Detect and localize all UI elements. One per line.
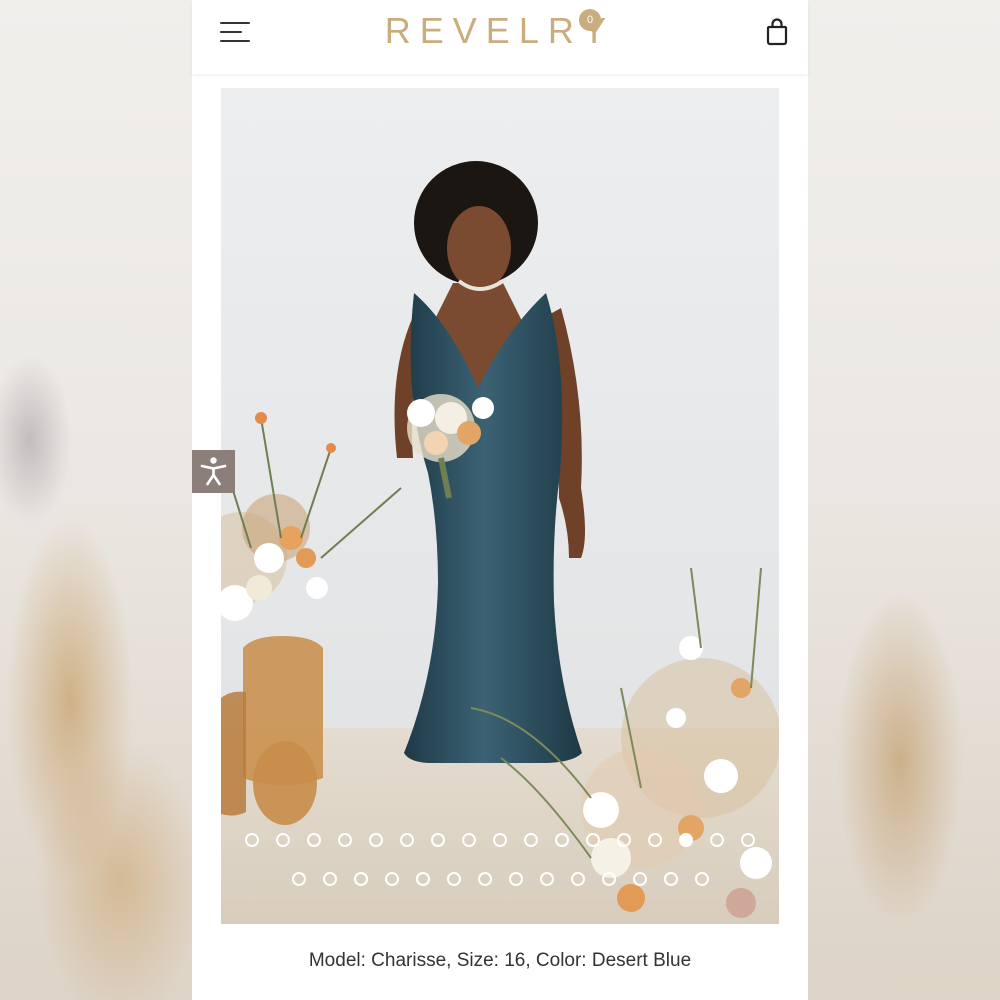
carousel-dot[interactable] bbox=[353, 872, 368, 886]
carousel-dot[interactable] bbox=[570, 872, 585, 886]
carousel-dot[interactable] bbox=[741, 833, 755, 847]
carousel-dots-row-1 bbox=[221, 833, 779, 847]
carousel-dot[interactable] bbox=[276, 833, 290, 847]
accessibility-person-icon[interactable] bbox=[192, 450, 235, 493]
carousel-dot[interactable] bbox=[524, 833, 538, 847]
carousel-dot[interactable] bbox=[338, 833, 352, 847]
carousel-dot[interactable] bbox=[663, 872, 678, 886]
carousel-dot[interactable] bbox=[431, 833, 445, 847]
model-info-caption: Model: Charisse, Size: 16, Color: Desert… bbox=[308, 950, 692, 971]
carousel-dot[interactable] bbox=[322, 872, 337, 886]
carousel-dot[interactable] bbox=[291, 872, 306, 886]
carousel-dot[interactable] bbox=[555, 833, 569, 847]
carousel-dots-row-2 bbox=[221, 872, 779, 886]
carousel-dot[interactable] bbox=[539, 872, 554, 886]
carousel-dot[interactable] bbox=[446, 872, 461, 886]
carousel-dot[interactable] bbox=[307, 833, 321, 847]
carousel-dot[interactable] bbox=[415, 872, 430, 886]
product-photo bbox=[221, 88, 779, 924]
carousel-dot[interactable] bbox=[586, 833, 600, 847]
cart-count-badge[interactable]: 0 bbox=[579, 9, 601, 31]
carousel-dot[interactable] bbox=[245, 833, 259, 847]
carousel-dot[interactable] bbox=[369, 833, 383, 847]
carousel-dot[interactable] bbox=[679, 833, 693, 847]
carousel-dot[interactable] bbox=[493, 833, 507, 847]
shopping-bag-icon[interactable] bbox=[758, 14, 794, 48]
carousel-dot[interactable] bbox=[617, 833, 631, 847]
carousel-dot[interactable] bbox=[601, 872, 616, 886]
carousel-dot[interactable] bbox=[710, 833, 724, 847]
carousel-dot[interactable] bbox=[477, 872, 492, 886]
carousel-dot[interactable] bbox=[632, 872, 647, 886]
site-logo[interactable]: REVELRY bbox=[192, 10, 808, 52]
carousel-dot[interactable] bbox=[694, 872, 709, 886]
carousel-dot[interactable] bbox=[462, 833, 476, 847]
site-header: REVELRY bbox=[192, 0, 808, 74]
carousel-dot[interactable] bbox=[384, 872, 399, 886]
carousel-dot[interactable] bbox=[648, 833, 662, 847]
carousel-dot[interactable] bbox=[400, 833, 414, 847]
product-image-carousel[interactable] bbox=[221, 88, 779, 924]
carousel-dot[interactable] bbox=[508, 872, 523, 886]
